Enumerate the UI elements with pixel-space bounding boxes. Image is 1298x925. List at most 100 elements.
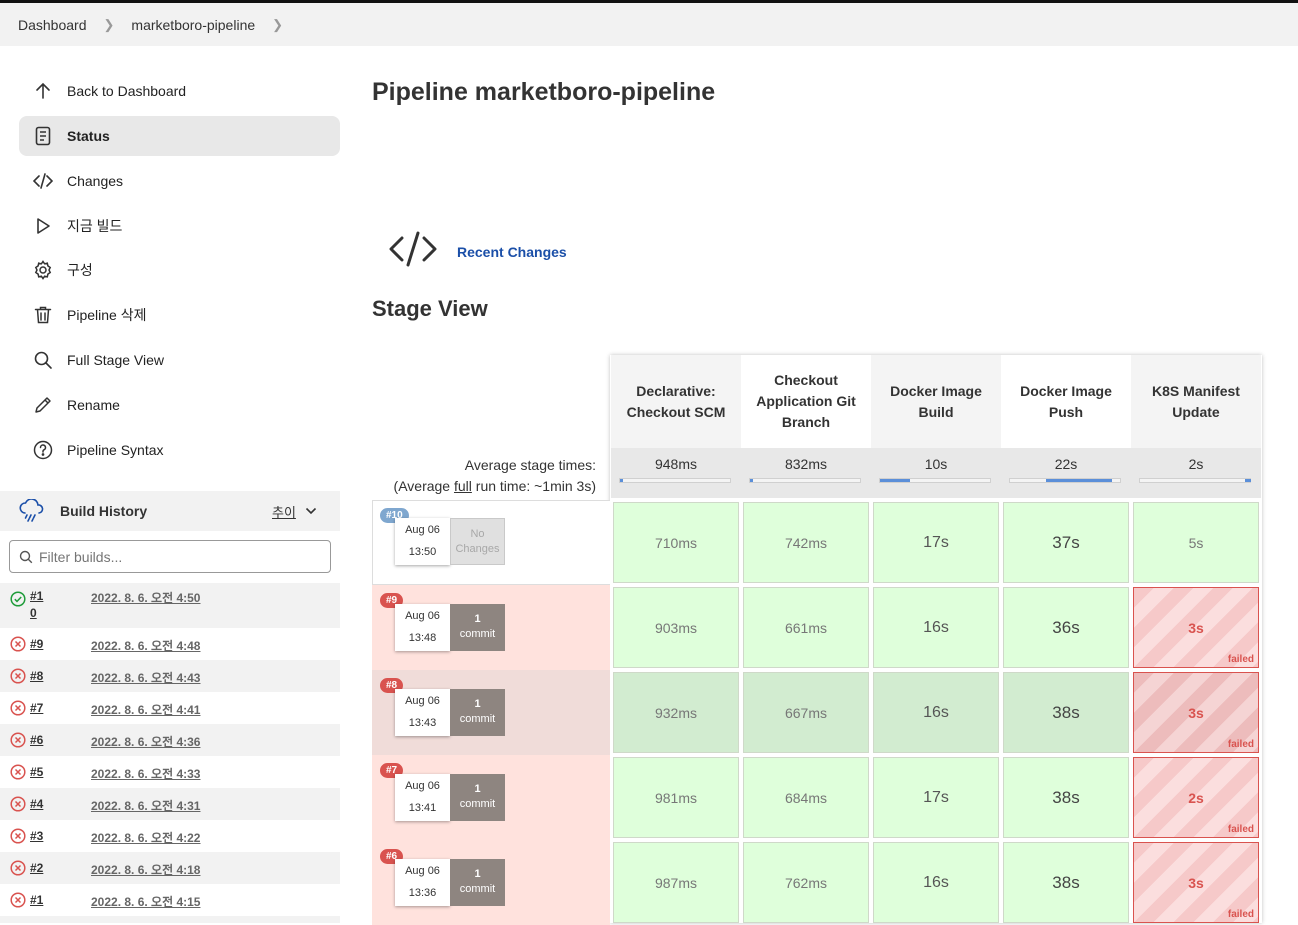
stage-cell[interactable]: 932ms	[613, 672, 739, 753]
build-row[interactable]: #1 2022. 8. 6. 오전 4:15	[0, 884, 340, 916]
average-time-bar-fill	[620, 479, 623, 482]
no-changes-box: No Changes	[450, 518, 505, 565]
build-date-link[interactable]: 2022. 8. 6. 오전 4:33	[91, 765, 200, 782]
build-row[interactable]: #3 2022. 8. 6. 오전 4:22	[0, 820, 340, 852]
build-number-link[interactable]: #6	[30, 733, 43, 747]
trend-link[interactable]: 추이	[272, 502, 296, 521]
build-history-header: Build History 추이	[0, 491, 340, 531]
build-row[interactable]: #5 2022. 8. 6. 오전 4:33	[0, 756, 340, 788]
stage-cell[interactable]: 38s	[1003, 672, 1129, 753]
commit-count-box[interactable]: 1 commit	[450, 774, 505, 821]
failure-x-icon	[10, 732, 26, 748]
failure-x-icon	[10, 796, 26, 812]
build-date-link[interactable]: 2022. 8. 6. 오전 4:22	[91, 829, 200, 846]
stage-cell-failed[interactable]: 3s failed	[1133, 672, 1259, 753]
build-number-link[interactable]: #2	[30, 861, 43, 875]
build-date-link[interactable]: 2022. 8. 6. 오전 4:36	[91, 733, 200, 750]
build-row[interactable]: #7 2022. 8. 6. 오전 4:41	[0, 692, 340, 724]
build-row[interactable]: #2 2022. 8. 6. 오전 4:18	[0, 852, 340, 884]
build-row[interactable]: #1 0 2022. 8. 6. 오전 4:50	[0, 583, 340, 628]
stage-cell[interactable]: 981ms	[613, 757, 739, 838]
chevron-right-icon[interactable]: ❯	[104, 17, 115, 33]
build-number-link[interactable]: #7	[30, 701, 43, 715]
stage-cell[interactable]: 762ms	[743, 842, 869, 923]
stage-cell[interactable]: 684ms	[743, 757, 869, 838]
build-date-link[interactable]: 2022. 8. 6. 오전 4:31	[91, 797, 200, 814]
stage-cell[interactable]: 16s	[873, 672, 999, 753]
stage-cell-failed[interactable]: 2s failed	[1133, 757, 1259, 838]
build-date-link[interactable]: 2022. 8. 6. 오전 4:50	[91, 589, 200, 606]
failure-x-icon	[10, 828, 26, 844]
build-number-link[interactable]: #9	[30, 637, 43, 651]
stage-cell[interactable]: 710ms	[613, 502, 739, 583]
build-date-link[interactable]: 2022. 8. 6. 오전 4:41	[91, 701, 200, 718]
stage-cell[interactable]: 661ms	[743, 587, 869, 668]
build-date-link[interactable]: 2022. 8. 6. 오전 4:15	[91, 893, 200, 910]
stage-cell[interactable]: 742ms	[743, 502, 869, 583]
breadcrumb-pipeline[interactable]: marketboro-pipeline	[131, 17, 255, 33]
search-icon	[19, 550, 33, 564]
sidebar-item-status[interactable]: Status	[19, 116, 340, 156]
code-icon[interactable]	[388, 230, 438, 268]
stage-header: Declarative: Checkout SCM	[611, 355, 741, 448]
stage-cell[interactable]: 667ms	[743, 672, 869, 753]
sidebar-item-back-to-dashboard[interactable]: Back to Dashboard	[19, 71, 340, 111]
build-row[interactable]: #9 2022. 8. 6. 오전 4:48	[0, 628, 340, 660]
document-icon	[35, 126, 51, 146]
stage-cell[interactable]: 5s	[1133, 502, 1259, 583]
recent-changes-link[interactable]: Recent Changes	[457, 244, 567, 260]
stage-cell[interactable]: 987ms	[613, 842, 739, 923]
stage-cell-failed[interactable]: 3s failed	[1133, 842, 1259, 923]
build-date-link[interactable]: 2022. 8. 6. 오전 4:43	[91, 669, 200, 686]
build-number-link[interactable]: #8	[30, 669, 43, 683]
filter-builds-input[interactable]	[39, 547, 319, 567]
stage-cell[interactable]: 16s	[873, 587, 999, 668]
search-icon	[34, 351, 52, 369]
average-time-cell: 10s	[871, 448, 1001, 498]
commit-count-box[interactable]: 1 commit	[450, 859, 505, 906]
commit-count-box[interactable]: 1 commit	[450, 604, 505, 651]
stage-cell-failed[interactable]: 3s failed	[1133, 587, 1259, 668]
commit-count-box[interactable]: 1 commit	[450, 689, 505, 736]
sidebar-item-label: Changes	[67, 173, 124, 189]
build-number-link[interactable]: #3	[30, 829, 43, 843]
stage-cell[interactable]: 38s	[1003, 842, 1129, 923]
sidebar-item-full-stage-view[interactable]: Full Stage View	[19, 340, 340, 380]
trash-icon	[34, 306, 52, 324]
sidebar-item-rename[interactable]: Rename	[19, 385, 340, 425]
build-row[interactable]: #8 2022. 8. 6. 오전 4:43	[0, 660, 340, 692]
sidebar-item-label: Back to Dashboard	[67, 83, 187, 99]
build-row[interactable]: #4 2022. 8. 6. 오전 4:31	[0, 788, 340, 820]
sidebar-item-configure[interactable]: 구성	[19, 250, 340, 290]
stage-cell[interactable]: 17s	[873, 757, 999, 838]
stage-cell[interactable]: 36s	[1003, 587, 1129, 668]
build-number-link[interactable]: #1	[30, 893, 43, 907]
build-number-link[interactable]: #1 0	[30, 588, 43, 622]
build-number-link[interactable]: #4	[30, 797, 43, 811]
failure-x-icon	[10, 700, 26, 716]
chevron-down-icon[interactable]	[305, 506, 317, 516]
average-time-bar	[879, 478, 991, 483]
average-time-bar	[619, 478, 731, 483]
sidebar-item-build-now[interactable]: 지금 빌드	[19, 206, 340, 246]
build-date-link[interactable]: 2022. 8. 6. 오전 4:48	[91, 637, 200, 654]
stage-cell[interactable]: 37s	[1003, 502, 1129, 583]
breadcrumb-dashboard[interactable]: Dashboard	[18, 17, 87, 33]
stage-cell[interactable]: 17s	[873, 502, 999, 583]
stage-cell[interactable]: 903ms	[613, 587, 739, 668]
play-icon	[37, 218, 50, 234]
stage-cell[interactable]: 38s	[1003, 757, 1129, 838]
stage-header: Checkout Application Git Branch	[741, 355, 871, 448]
sidebar-item-pipeline-syntax[interactable]: Pipeline Syntax	[19, 430, 340, 470]
build-date-link[interactable]: 2022. 8. 6. 오전 4:18	[91, 861, 200, 878]
full-run-time-link[interactable]: full	[454, 478, 472, 494]
gear-icon	[34, 260, 52, 280]
stage-cell[interactable]: 16s	[873, 842, 999, 923]
stage-header: Docker Image Push	[1001, 355, 1131, 448]
build-row[interactable]: #6 2022. 8. 6. 오전 4:36	[0, 724, 340, 756]
filter-builds-field[interactable]	[9, 540, 331, 573]
sidebar-item-changes[interactable]: Changes	[19, 161, 340, 201]
build-number-link[interactable]: #5	[30, 765, 43, 779]
sidebar-item-delete-pipeline[interactable]: Pipeline 삭제	[19, 295, 340, 335]
chevron-right-icon[interactable]: ❯	[272, 17, 283, 33]
